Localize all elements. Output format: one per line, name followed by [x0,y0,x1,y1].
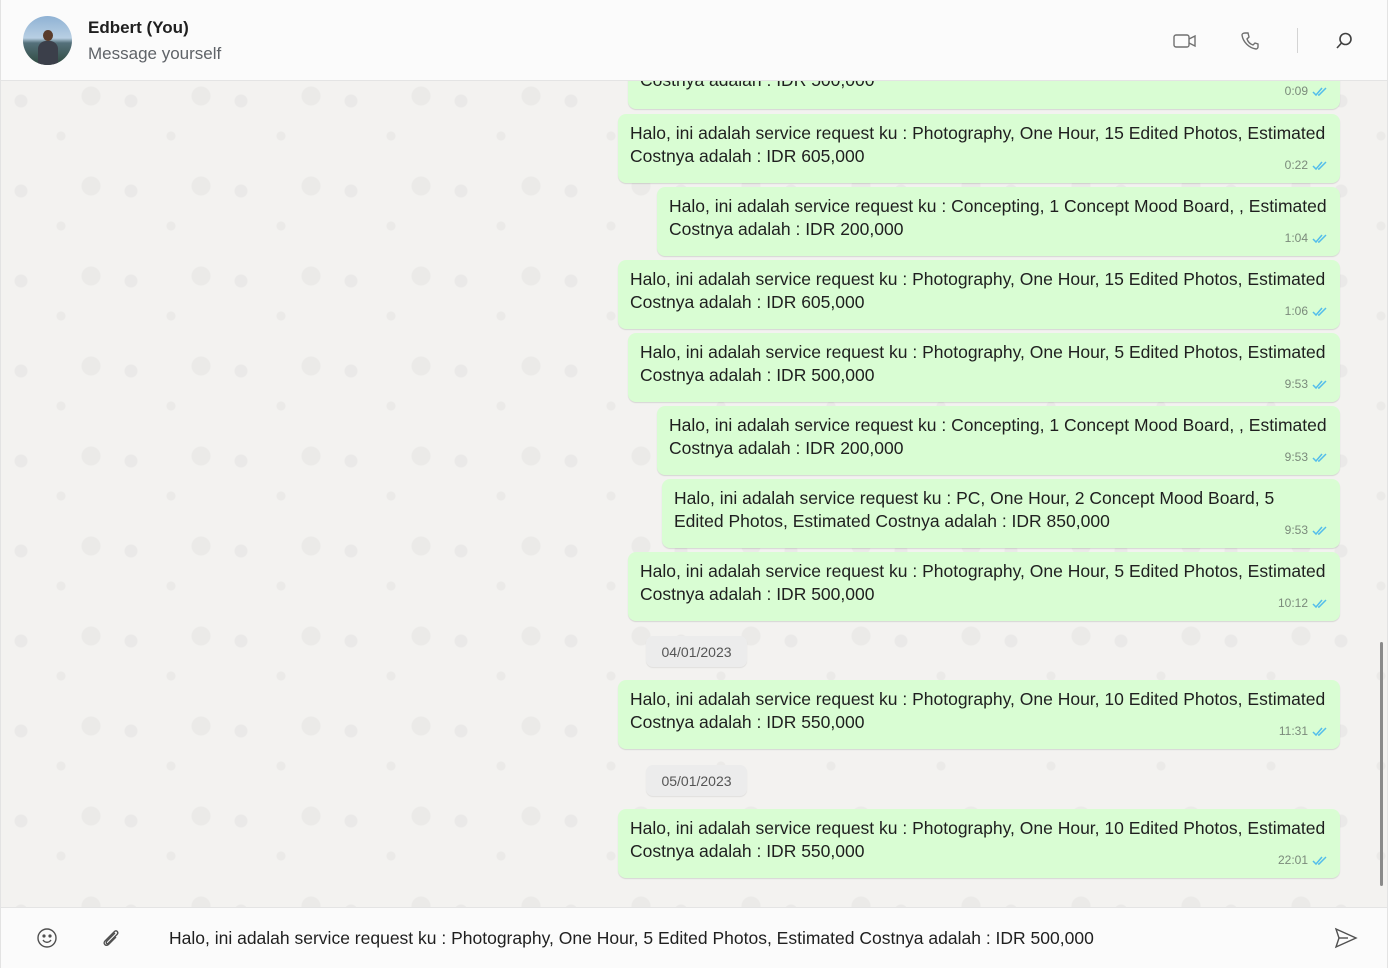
double-check-icon [1312,726,1327,736]
double-check-icon [1312,86,1327,96]
message-meta: 9:53 [1285,446,1328,469]
chat-scrollbar[interactable] [1380,642,1383,886]
emoji-icon[interactable] [35,926,59,950]
message-time: 22:01 [1277,853,1308,867]
message-bubble[interactable]: Halo, ini adalah service request ku : PC… [662,479,1340,548]
phone-icon[interactable] [1237,28,1263,54]
double-check-icon [1312,233,1327,243]
message-list[interactable]: Costnya adalah : IDR 500,000 0:09 Halo, … [1,81,1387,907]
message-meta: 11:31 [1279,720,1328,743]
message-text: Halo, ini adalah service request ku : Ph… [630,818,1326,861]
date-separator: 04/01/2023 [646,636,747,667]
message-text: Halo, ini adalah service request ku : Ph… [630,689,1326,732]
contact-name[interactable]: Edbert (You) [88,18,189,38]
message-text: Halo, ini adalah service request ku : PC… [674,488,1275,531]
chat-header: Edbert (You) Message yourself [1,0,1387,81]
double-check-icon [1312,855,1327,865]
double-check-icon [1312,306,1327,316]
message-bubble[interactable]: Halo, ini adalah service request ku : Ph… [628,552,1340,621]
message-time: 10:12 [1277,596,1308,610]
message-text: Halo, ini adalah service request ku : Ph… [640,561,1326,604]
message-meta: 9:53 [1285,519,1328,542]
double-check-icon [1312,598,1327,608]
avatar-body [38,41,58,65]
message-meta: 1:06 [1285,300,1328,323]
message-bubble[interactable]: Halo, ini adalah service request ku : Ph… [628,333,1340,402]
message-text: Halo, ini adalah service request ku : Ph… [630,269,1326,312]
chat-window: Edbert (You) Message yourself Costnya ad… [0,0,1388,968]
avatar-head [43,30,53,41]
message-meta: 0:22 [1285,154,1328,177]
message-meta: 22:01 [1278,849,1328,872]
message-input[interactable] [169,926,1309,950]
message-meta: 9:53 [1285,373,1328,396]
message-composer [1,907,1387,968]
message-bubble[interactable]: Costnya adalah : IDR 500,000 0:09 [628,81,1340,109]
message-time: 0:22 [1284,158,1308,172]
message-bubble[interactable]: Halo, ini adalah service request ku : Ph… [618,114,1340,183]
message-text: Halo, ini adalah service request ku : Co… [669,196,1327,239]
message-bubble[interactable]: Halo, ini adalah service request ku : Ph… [618,680,1340,749]
date-separator: 05/01/2023 [646,765,747,796]
header-divider [1297,28,1298,53]
message-time: 11:31 [1278,724,1308,738]
message-text: Costnya adalah : IDR 500,000 [640,81,1328,92]
video-camera-icon[interactable] [1172,28,1198,54]
message-meta: 0:09 [1285,81,1328,103]
double-check-icon [1312,379,1327,389]
message-bubble[interactable]: Halo, ini adalah service request ku : Co… [657,406,1340,475]
avatar[interactable] [23,16,72,65]
search-icon[interactable] [1331,28,1357,54]
message-bubble[interactable]: Halo, ini adalah service request ku : Ph… [618,809,1340,878]
message-bubble[interactable]: Halo, ini adalah service request ku : Ph… [618,260,1340,329]
message-text: Halo, ini adalah service request ku : Ph… [640,342,1326,385]
contact-status: Message yourself [88,44,222,63]
send-icon[interactable] [1334,926,1358,950]
double-check-icon [1312,452,1327,462]
message-text: Halo, ini adalah service request ku : Co… [669,415,1327,458]
message-text: Halo, ini adalah service request ku : Ph… [630,123,1326,166]
message-time: 9:53 [1284,377,1308,391]
message-time: 1:06 [1284,304,1308,318]
message-time: 9:53 [1284,523,1308,537]
message-bubble[interactable]: Halo, ini adalah service request ku : Co… [657,187,1340,256]
message-meta: 10:12 [1278,592,1328,615]
double-check-icon [1312,525,1327,535]
message-time: 1:04 [1284,231,1308,245]
double-check-icon [1312,160,1327,170]
message-meta: 1:04 [1285,227,1328,250]
message-time: 9:53 [1284,450,1308,464]
message-time: 0:09 [1284,84,1308,98]
paperclip-icon[interactable] [99,926,123,950]
